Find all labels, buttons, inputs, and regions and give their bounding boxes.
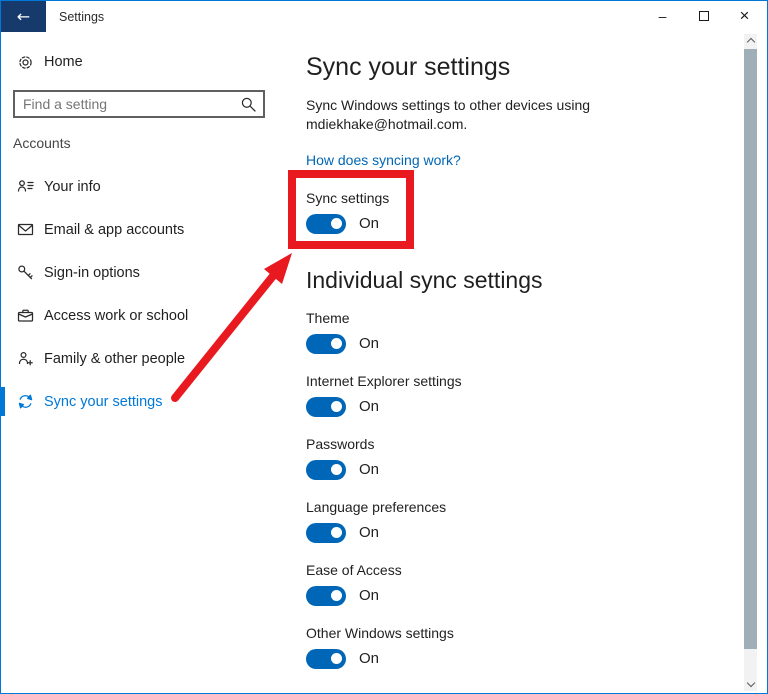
sync-settings-label: Sync settings	[306, 190, 390, 206]
sidebar-item-home[interactable]: Home	[1, 47, 293, 77]
setting-label: Passwords	[306, 436, 375, 452]
toggle-state-label: On	[359, 587, 380, 604]
sidebar-item-family-other-people[interactable]: Family & other people	[1, 337, 293, 380]
toggle-state-label: On	[359, 398, 380, 415]
toggle-group-passwords: Passwords On	[306, 436, 737, 480]
envelope-icon	[17, 221, 34, 238]
sidebar-item-label: Email & app accounts	[44, 221, 185, 238]
vertical-scrollbar[interactable]	[744, 34, 757, 691]
toggle-pill	[306, 585, 346, 606]
sync-icon	[17, 393, 34, 410]
sidebar-nav: Your info Email & app accounts Sign-in o…	[1, 165, 293, 423]
sidebar-item-label: Sign-in options	[44, 264, 140, 281]
sidebar-item-access-work-school[interactable]: Access work or school	[1, 294, 293, 337]
minimize-button[interactable]: –	[642, 1, 683, 30]
toggle-state-label: On	[359, 335, 380, 352]
setting-label: Theme	[306, 310, 350, 326]
theme-toggle[interactable]: On	[306, 333, 737, 354]
toggle-group-language-preferences: Language preferences On	[306, 499, 737, 543]
toggle-pill	[306, 333, 346, 354]
close-icon: ×	[739, 5, 750, 25]
sidebar-item-label: Access work or school	[44, 307, 189, 324]
setting-label: Language preferences	[306, 499, 447, 515]
toggle-knob	[331, 590, 342, 601]
sidebar-item-label: Family & other people	[44, 350, 186, 367]
toggle-group-internet-explorer: Internet Explorer settings On	[306, 373, 737, 417]
gear-icon	[17, 54, 34, 71]
individual-sync-settings-title: Individual sync settings	[306, 267, 543, 293]
maximize-icon	[698, 10, 709, 21]
selected-accent-bar	[1, 387, 5, 416]
scroll-up-icon[interactable]	[746, 37, 755, 47]
toggle-pill	[306, 648, 346, 669]
title-bar: ← Settings – ×	[1, 1, 767, 32]
person-add-icon	[17, 350, 34, 367]
toggle-knob	[331, 401, 342, 412]
person-card-icon	[17, 178, 34, 195]
toggle-state-label: On	[359, 650, 380, 667]
setting-label: Ease of Access	[306, 562, 402, 578]
setting-label: Internet Explorer settings	[306, 373, 462, 389]
toggle-state-label: On	[359, 215, 380, 232]
toggle-knob	[331, 218, 342, 229]
toggle-state-label: On	[359, 461, 380, 478]
sidebar-item-email-app-accounts[interactable]: Email & app accounts	[1, 208, 293, 251]
sidebar-item-label: Sync your settings	[44, 393, 163, 410]
search-box	[13, 90, 265, 118]
scrollbar-thumb[interactable]	[744, 49, 757, 649]
toggle-knob	[331, 653, 342, 664]
toggle-pill	[306, 522, 346, 543]
description-line2: mdiekhake@hotmail.com.	[306, 116, 468, 132]
description-line1: Sync Windows settings to other devices u…	[306, 97, 591, 113]
sidebar-item-label: Home	[44, 54, 83, 70]
ease-of-access-toggle[interactable]: On	[306, 585, 737, 606]
language-preferences-toggle[interactable]: On	[306, 522, 737, 543]
close-button[interactable]: ×	[724, 1, 765, 30]
how-does-syncing-work-link[interactable]: How does syncing work?	[306, 152, 461, 168]
other-windows-settings-toggle[interactable]: On	[306, 648, 737, 669]
toggle-knob	[331, 464, 342, 475]
search-input[interactable]	[15, 96, 240, 112]
internet-explorer-settings-toggle[interactable]: On	[306, 396, 737, 417]
toggle-pill	[306, 459, 346, 480]
window-title: Settings	[59, 9, 105, 24]
toggle-state-label: On	[359, 524, 380, 541]
page-description: Sync Windows settings to other devices u…	[306, 96, 737, 134]
search-icon	[240, 96, 257, 113]
toggle-group-ease-of-access: Ease of Access On	[306, 562, 737, 606]
briefcase-icon	[17, 307, 34, 324]
toggle-knob	[331, 338, 342, 349]
window-controls: – ×	[642, 1, 765, 32]
main-content: Sync your settings Sync Windows settings…	[293, 32, 767, 693]
sidebar: Home Accounts	[1, 32, 293, 693]
sidebar-item-sign-in-options[interactable]: Sign-in options	[1, 251, 293, 294]
settings-window: ← Settings – × Home Find a setting Accou…	[0, 0, 768, 694]
toggle-pill	[306, 213, 346, 234]
toggle-group-other-windows-settings: Other Windows settings On	[306, 625, 737, 669]
toggle-group-theme: Theme On	[306, 310, 737, 354]
back-button[interactable]: ←	[1, 1, 46, 32]
sidebar-section-label: Accounts	[13, 135, 71, 151]
sidebar-item-your-info[interactable]: Your info	[1, 165, 293, 208]
sidebar-item-sync-your-settings[interactable]: Sync your settings	[1, 380, 293, 423]
key-icon	[17, 264, 34, 281]
sidebar-item-label: Your info	[44, 178, 101, 195]
minimize-icon: –	[658, 7, 667, 24]
scroll-down-icon[interactable]	[746, 678, 755, 688]
sync-settings-toggle[interactable]: On	[306, 213, 737, 234]
maximize-button[interactable]	[683, 1, 724, 30]
toggle-pill	[306, 396, 346, 417]
setting-label: Other Windows settings	[306, 625, 454, 641]
page-title: Sync your settings	[306, 53, 511, 81]
toggle-knob	[331, 527, 342, 538]
passwords-toggle[interactable]: On	[306, 459, 737, 480]
